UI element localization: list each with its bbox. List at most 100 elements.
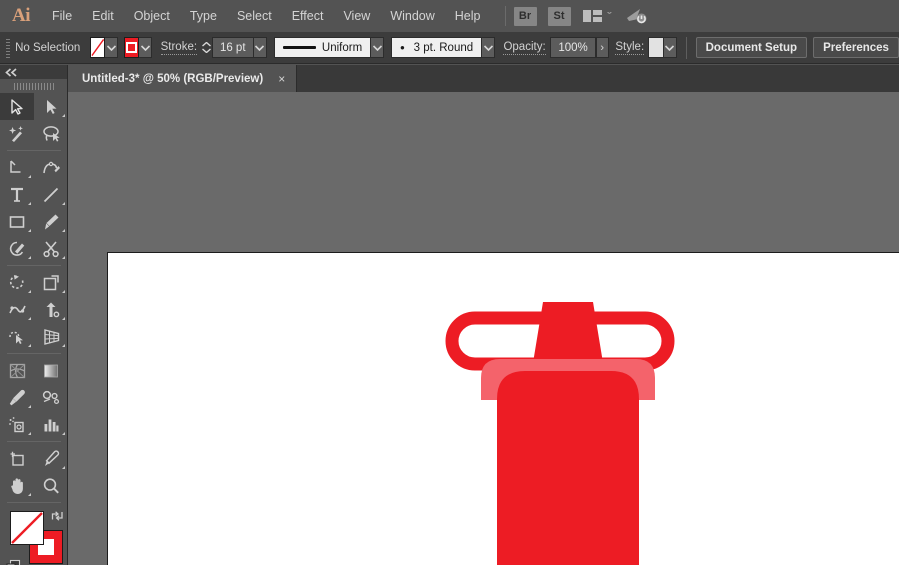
document-setup-button[interactable]: Document Setup <box>695 37 807 58</box>
free-transform-tool[interactable] <box>34 296 68 323</box>
type-tool[interactable] <box>0 181 34 208</box>
tool-flyout-corner <box>28 493 31 496</box>
fill-none-swatch[interactable] <box>89 37 106 58</box>
mesh-tool[interactable] <box>0 357 34 384</box>
stroke-profile-select[interactable]: Uniform <box>274 37 372 58</box>
gradient-tool[interactable] <box>34 357 68 384</box>
brush-definition-chevron-down-icon[interactable] <box>482 37 496 58</box>
pen-tool[interactable] <box>0 154 34 181</box>
stroke-chevron-down-icon[interactable] <box>139 37 153 58</box>
curvature-tool[interactable] <box>34 154 68 181</box>
opacity-label[interactable]: Opacity: <box>503 41 546 55</box>
fill-chevron-down-icon[interactable] <box>105 37 119 58</box>
menu-edit[interactable]: Edit <box>82 0 124 32</box>
stroke-swatch-inner <box>126 42 138 53</box>
menu-type[interactable]: Type <box>180 0 227 32</box>
menu-object[interactable]: Object <box>124 0 180 32</box>
tool-flyout-corner <box>62 317 65 320</box>
fill-swatch-none[interactable] <box>10 511 44 545</box>
menu-effect[interactable]: Effect <box>282 0 334 32</box>
lasso-tool[interactable] <box>34 120 68 147</box>
double-chevron-left-icon[interactable] <box>5 67 18 77</box>
hand-tool[interactable] <box>0 472 34 499</box>
rotate-tool[interactable] <box>0 269 34 296</box>
opacity-flyout-arrow[interactable]: › <box>595 37 609 58</box>
brush-preview-icon: • <box>400 40 405 55</box>
arrange-chevron-down-icon[interactable]: ˇ <box>607 11 612 21</box>
slice-tool[interactable] <box>34 445 68 472</box>
fill-stroke-indicator <box>0 508 68 565</box>
menu-select[interactable]: Select <box>227 0 282 32</box>
width-tool[interactable] <box>0 296 34 323</box>
tool-flyout-corner <box>62 229 65 232</box>
menu-view[interactable]: View <box>333 0 380 32</box>
stroke-weight-label[interactable]: Stroke: <box>160 41 198 55</box>
shaper-tool[interactable] <box>0 235 34 262</box>
canvas-area[interactable] <box>68 92 899 565</box>
menu-window[interactable]: Window <box>380 0 444 32</box>
arrange-documents-icon[interactable] <box>582 8 603 24</box>
brush-definition-label: 3 pt. Round <box>413 41 474 54</box>
artboard-tool[interactable] <box>0 445 34 472</box>
tools-panel-grip[interactable] <box>0 79 67 93</box>
scale-tool[interactable] <box>34 269 68 296</box>
document-tab[interactable]: Untitled-3* @ 50% (RGB/Preview) × <box>68 65 298 92</box>
perspective-grid-tool[interactable] <box>34 323 68 350</box>
magic-wand-tool[interactable] <box>0 120 34 147</box>
control-bar-divider <box>685 36 687 59</box>
stroke-weight-stepper[interactable] <box>202 37 212 58</box>
selection-tool[interactable] <box>0 93 34 120</box>
tool-flyout-corner <box>62 344 65 347</box>
profile-preview-icon <box>283 46 316 49</box>
selection-status: No Selection <box>15 41 81 54</box>
eyedropper-tool[interactable] <box>0 384 34 411</box>
tool-flyout-corner <box>28 175 31 178</box>
tool-flyout-corner <box>28 344 31 347</box>
rectangle-tool[interactable] <box>0 208 34 235</box>
tool-separator <box>7 502 61 503</box>
graphic-style-swatch[interactable] <box>648 37 664 58</box>
close-icon[interactable]: × <box>276 71 287 87</box>
stock-cursor-icon[interactable] <box>625 6 649 26</box>
line-segment-tool[interactable] <box>34 181 68 208</box>
menu-file[interactable]: File <box>42 0 82 32</box>
shape-builder-tool[interactable] <box>0 323 34 350</box>
direct-selection-tool[interactable] <box>34 93 68 120</box>
tool-flyout-corner <box>28 290 31 293</box>
tool-grid <box>0 93 68 506</box>
column-graph-tool[interactable] <box>34 411 68 438</box>
stroke-profile-chevron-down-icon[interactable] <box>371 37 385 58</box>
symbol-sprayer-tool[interactable] <box>0 411 34 438</box>
document-tab-bar: Untitled-3* @ 50% (RGB/Preview) × <box>0 65 899 92</box>
blend-tool[interactable] <box>34 384 68 411</box>
menubar-divider <box>504 6 506 26</box>
preferences-button[interactable]: Preferences <box>813 37 899 58</box>
style-label[interactable]: Style: <box>615 41 645 55</box>
style-chevron-down-icon[interactable] <box>663 37 677 58</box>
scissors-tool[interactable] <box>34 235 68 262</box>
brush-definition-select[interactable]: • 3 pt. Round <box>391 37 483 58</box>
default-fill-stroke-icon[interactable] <box>6 559 21 565</box>
tool-separator <box>7 353 61 354</box>
stroke-weight-input[interactable]: 16 pt <box>211 37 254 58</box>
opacity-input[interactable]: 100% <box>550 37 596 58</box>
stock-button[interactable]: St <box>547 6 571 26</box>
document-tab-label: Untitled-3* @ 50% (RGB/Preview) <box>82 72 264 85</box>
bridge-button[interactable]: Br <box>513 6 537 26</box>
stroke-weight-chevron-down-icon[interactable] <box>253 37 267 58</box>
control-bar-grip[interactable] <box>4 36 11 59</box>
tool-flyout-corner <box>62 256 65 259</box>
artboard[interactable] <box>107 252 899 565</box>
tool-separator <box>7 441 61 442</box>
control-bar: No Selection Stroke: 16 pt Uniform • 3 p… <box>0 32 899 64</box>
tool-flyout-corner <box>28 202 31 205</box>
stroke-color-swatch[interactable] <box>123 37 140 58</box>
menu-help[interactable]: Help <box>445 0 491 32</box>
swap-fill-stroke-icon[interactable] <box>51 510 64 522</box>
tool-flyout-corner <box>28 256 31 259</box>
red-water-bottle-illustration[interactable] <box>108 253 899 565</box>
paintbrush-tool[interactable] <box>34 208 68 235</box>
stroke-profile-label: Uniform <box>321 41 363 54</box>
tools-panel <box>0 65 68 565</box>
zoom-tool[interactable] <box>34 472 68 499</box>
